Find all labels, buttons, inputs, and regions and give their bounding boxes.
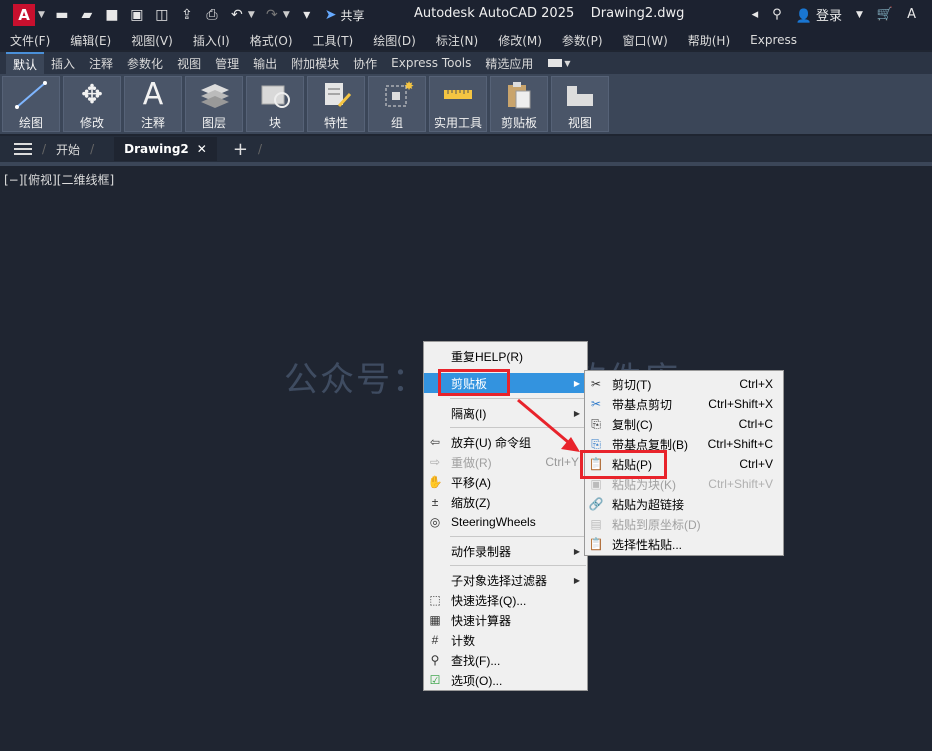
annotation-arrow <box>517 398 580 452</box>
